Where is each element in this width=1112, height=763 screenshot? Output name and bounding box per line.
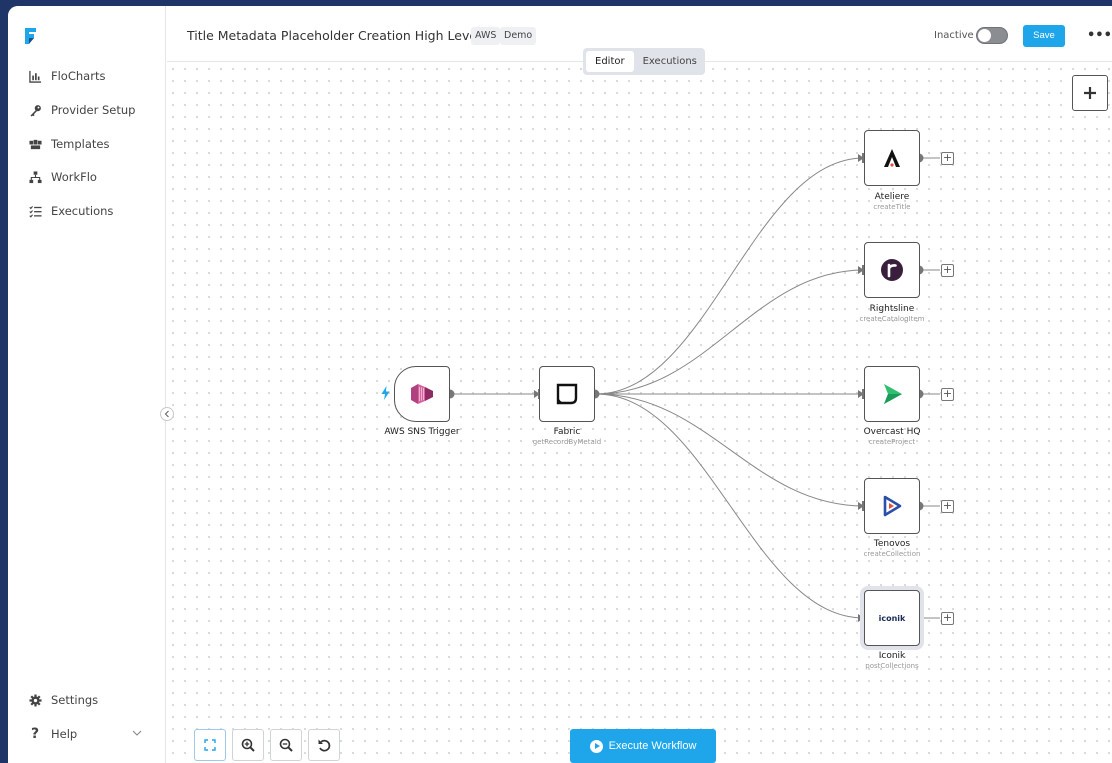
tenovos-logo [883, 495, 902, 517]
question-icon: ? [30, 726, 40, 742]
plus-icon [1084, 87, 1096, 99]
chevron-left-icon [164, 410, 169, 418]
sidebar-item-label: Executions [51, 204, 114, 218]
zoom-in-button[interactable] [232, 729, 264, 761]
node-rightsline[interactable] [864, 242, 920, 298]
sidebar-item-provider-setup[interactable]: Provider Setup [28, 99, 135, 121]
list-check-icon [28, 204, 42, 218]
node-label: Ateliere [874, 192, 910, 202]
node-ateliere[interactable] [864, 130, 920, 186]
workflow-canvas[interactable] [167, 63, 1112, 763]
sitemap-icon [28, 170, 42, 184]
fabric-logo [556, 383, 578, 405]
sidebar-item-label: Templates [51, 137, 110, 151]
node-operation: createCollection [863, 550, 921, 558]
add-node-button[interactable] [1072, 75, 1108, 111]
node-aws-sns-trigger[interactable] [394, 366, 450, 422]
sidebar-item-label: FloCharts [51, 69, 106, 83]
tag-aws[interactable]: AWS [471, 27, 501, 45]
aws-sns-logo [411, 384, 433, 404]
sidebar-item-workflo[interactable]: WorkFlo [28, 166, 97, 188]
node-label: Tenovos [873, 539, 911, 549]
add-connection-button[interactable]: + [941, 264, 954, 277]
node-tenovos[interactable] [864, 478, 920, 534]
sidebar-item-label: Help [51, 727, 78, 741]
node-overcast-hq[interactable] [864, 366, 920, 422]
sidebar-item-label: Settings [51, 693, 99, 707]
add-connection-button[interactable]: + [941, 388, 954, 401]
bar-chart-icon [28, 69, 42, 83]
zoom-out-icon [279, 738, 293, 752]
play-icon [589, 739, 603, 753]
templates-icon [28, 137, 42, 151]
app-logo [25, 28, 36, 44]
rightsline-logo [881, 259, 903, 281]
zoom-in-icon [241, 738, 255, 752]
sidebar-item-label: WorkFlo [51, 170, 97, 184]
fit-view-button[interactable] [194, 729, 226, 761]
ateliere-logo [884, 149, 900, 167]
sidebar-item-templates[interactable]: Templates [28, 133, 109, 155]
node-operation: createCatalogItem [859, 315, 925, 323]
node-label: Iconik [878, 651, 906, 661]
execute-workflow-button[interactable]: Execute Workflow [570, 729, 716, 763]
sidebar-collapse-button[interactable] [160, 407, 174, 421]
tag-demo[interactable]: Demo [500, 27, 537, 45]
view-tabs: Editor Executions [583, 48, 705, 75]
undo-icon [318, 739, 331, 752]
node-operation: createTitle [873, 203, 911, 211]
iconik-logo: iconik [878, 613, 906, 623]
sidebar-item-flocharts[interactable]: FloCharts [28, 65, 105, 87]
status-label: Inactive [934, 30, 974, 41]
gear-icon [28, 693, 42, 707]
more-options-icon[interactable]: ••• [1087, 28, 1112, 43]
node-iconik[interactable]: iconik [864, 590, 920, 646]
chevron-down-icon[interactable] [132, 729, 142, 737]
node-label: Fabric [553, 427, 581, 437]
add-connection-button[interactable]: + [941, 612, 954, 625]
add-connection-button[interactable]: + [941, 152, 954, 165]
zoom-out-button[interactable] [270, 729, 302, 761]
node-operation: createProject [868, 438, 916, 446]
node-label: Rightsline [869, 304, 915, 314]
overcast-logo [884, 384, 902, 404]
save-button[interactable]: Save [1023, 25, 1065, 47]
execute-workflow-label: Execute Workflow [608, 740, 697, 752]
node-fabric[interactable] [539, 366, 595, 422]
reset-zoom-button[interactable] [308, 729, 340, 761]
toggle-knob [978, 29, 991, 42]
key-icon [28, 103, 42, 117]
app-window: FloCharts Provider Setup Templates WorkF… [8, 6, 1112, 763]
sidebar-item-executions[interactable]: Executions [28, 200, 113, 222]
tab-editor[interactable]: Editor [586, 51, 634, 72]
node-operation: postCollections [865, 662, 919, 670]
sidebar-item-help[interactable]: ? Help [28, 723, 77, 745]
node-operation: getRecordByMetaId [532, 438, 602, 446]
sidebar-item-settings[interactable]: Settings [28, 689, 98, 711]
add-connection-button[interactable]: + [941, 500, 954, 513]
workflow-title[interactable]: Title Metadata Placeholder Creation High… [187, 28, 481, 43]
node-label: Overcast HQ [863, 427, 921, 437]
active-toggle[interactable] [976, 27, 1008, 44]
lightning-bolt-icon [381, 386, 390, 400]
tab-executions[interactable]: Executions [634, 51, 706, 72]
fullscreen-icon [204, 739, 216, 751]
sidebar-item-label: Provider Setup [51, 103, 136, 117]
sidebar: FloCharts Provider Setup Templates WorkF… [8, 6, 166, 763]
node-label: AWS SNS Trigger [384, 427, 460, 437]
